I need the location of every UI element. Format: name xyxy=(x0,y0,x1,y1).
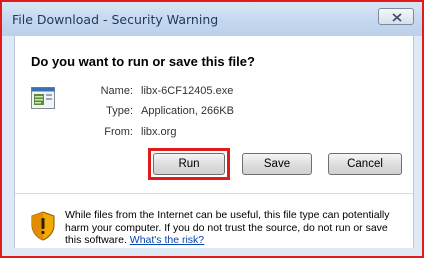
divider xyxy=(15,193,413,194)
title-bar[interactable]: File Download - Security Warning xyxy=(2,2,422,36)
from-label: From: xyxy=(104,126,133,138)
file-name: libx-6CF12405.exe xyxy=(141,85,234,97)
name-label: Name: xyxy=(100,85,133,97)
close-button[interactable] xyxy=(378,8,414,25)
window-title: File Download - Security Warning xyxy=(12,12,219,27)
file-source: libx.org xyxy=(141,126,177,138)
dialog-body: Do you want to run or save this file? Na… xyxy=(14,36,414,248)
warning-message: While files from the Internet can be use… xyxy=(65,209,405,247)
run-button[interactable]: Run xyxy=(153,153,225,175)
security-warning-dialog: File Download - Security Warning Do you … xyxy=(0,0,424,258)
cancel-button[interactable]: Cancel xyxy=(328,153,402,175)
close-x-icon xyxy=(392,13,402,22)
type-label: Type: xyxy=(106,105,133,117)
save-button[interactable]: Save xyxy=(242,153,312,175)
question-heading: Do you want to run or save this file? xyxy=(31,54,255,69)
warning-text: While files from the Internet can be use… xyxy=(65,209,390,246)
whats-the-risk-link[interactable]: What's the risk? xyxy=(130,234,204,246)
shield-warning-icon xyxy=(31,211,55,241)
file-type: Application, 266KB xyxy=(141,105,234,117)
